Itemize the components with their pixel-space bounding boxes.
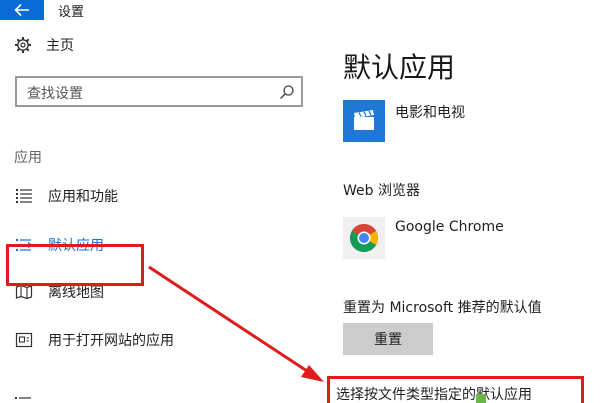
video-player-default[interactable]: 电影和电视 <box>343 100 465 142</box>
web-browser-heading: Web 浏览器 <box>343 183 420 199</box>
window-title: 设置 <box>58 5 85 20</box>
list-icon <box>14 186 34 206</box>
home-label: 主页 <box>46 38 74 54</box>
chrome-icon <box>343 217 385 259</box>
open-website-icon <box>14 330 34 350</box>
annotation-highlight-filetype-link <box>327 376 584 403</box>
browser-app-name: Google Chrome <box>395 219 504 235</box>
partial-sidebar-icon <box>15 397 31 399</box>
sidebar-item-label: 应用和功能 <box>48 189 118 205</box>
back-arrow-icon <box>14 3 29 17</box>
sidebar-item-apps-features[interactable]: 应用和功能 <box>14 184 118 208</box>
reset-button[interactable]: 重置 <box>343 323 433 355</box>
annotation-highlight-default-apps <box>6 244 144 286</box>
gear-icon <box>15 37 31 53</box>
title-bar: 设置 <box>0 0 601 20</box>
section-label: 应用 <box>14 150 42 166</box>
sidebar-item-apps-for-websites[interactable]: 用于打开网站的应用 <box>14 328 174 352</box>
search-placeholder: 查找设置 <box>27 86 83 102</box>
main-content: 默认应用 电影和电视 Web 浏览器 Google Chrome 重置为 Mic… <box>330 20 601 403</box>
sidebar-item-label: 用于打开网站的应用 <box>48 333 174 349</box>
reset-description: 重置为 Microsoft 推荐的默认值 <box>343 300 542 316</box>
search-input[interactable]: 查找设置 <box>15 76 303 107</box>
sidebar-home[interactable]: 主页 <box>14 35 74 55</box>
page-title: 默认应用 <box>343 51 456 84</box>
video-app-name: 电影和电视 <box>395 105 465 121</box>
search-icon[interactable] <box>279 84 295 100</box>
back-button[interactable] <box>0 0 44 20</box>
web-browser-default[interactable]: Google Chrome <box>343 217 504 259</box>
movies-tv-icon <box>343 100 385 142</box>
